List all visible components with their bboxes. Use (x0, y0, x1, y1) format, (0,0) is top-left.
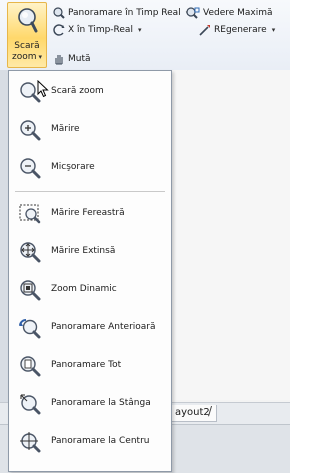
menu-item-label: Mărire (51, 124, 80, 134)
hand-icon (55, 55, 63, 65)
zoom-dropdown-menu: Scară zoom Mărire Micşorare Mărire Ferea… (8, 70, 172, 472)
x-realtime-label: X în Timp-Real (68, 25, 133, 35)
zoom-dynamic-icon (20, 280, 41, 301)
magnifier-icon (18, 8, 38, 33)
x-realtime-button[interactable]: X în Timp-Real ▾ (53, 23, 141, 37)
zoom-out-icon (20, 158, 41, 179)
chevron-down-icon: ▾ (38, 53, 43, 61)
drawing-canvas[interactable] (172, 70, 290, 400)
menu-item-label: Panoramare Tot (51, 360, 122, 370)
menu-item-label: Mărire Extinsă (51, 246, 116, 256)
menu-item-zoom-in[interactable]: Mărire (9, 114, 171, 144)
menu-item-zoom-extents[interactable]: Mărire Extinsă (9, 236, 171, 266)
zoom-all-icon (20, 356, 41, 377)
pan-realtime-button[interactable]: Panoramare în Timp Real ▾ (53, 6, 189, 20)
pan-realtime-label: Panoramare în Timp Real (68, 8, 181, 18)
zoom-in-icon (20, 120, 41, 141)
menu-separator (15, 191, 165, 192)
view-max-button[interactable]: Vedere Maximă (186, 6, 273, 20)
menu-item-label: Panoramare la Stânga (51, 398, 151, 408)
mouse-cursor-icon (37, 80, 49, 98)
menu-item-zoom-dynamic[interactable]: Zoom Dinamic (9, 274, 171, 304)
menu-item-zoom-left[interactable]: Panoramare la Stânga (9, 388, 171, 418)
move-button[interactable]: Mută (53, 52, 91, 66)
chevron-down-icon: ▾ (271, 26, 276, 34)
menu-item-zoom-center[interactable]: Panoramare la Centru (9, 426, 171, 456)
chevron-down-icon: ▾ (137, 26, 142, 34)
menu-item-label: Scară zoom (51, 86, 104, 96)
zoom-extents-icon (20, 242, 41, 263)
menu-item-zoom-scale[interactable]: Scară zoom (9, 76, 171, 106)
menu-item-zoom-previous[interactable]: Panoramare Anterioară (9, 312, 171, 342)
zoom-scale-button[interactable]: Scară zoom ▾ (7, 2, 47, 68)
menu-item-label: Mărire Fereastră (51, 208, 125, 218)
zoom-center-icon (20, 432, 41, 453)
menu-item-zoom-all[interactable]: Panoramare Tot (9, 350, 171, 380)
tab-divider: / (208, 404, 213, 418)
menu-item-label: Micşorare (51, 162, 95, 172)
orbit-icon (53, 24, 65, 36)
pan-hand-icon (53, 7, 65, 19)
zoom-scale-label-line2: zoom ▾ (11, 52, 43, 62)
menu-item-zoom-window[interactable]: Mărire Fereastră (9, 198, 171, 228)
menu-item-zoom-out[interactable]: Micşorare (9, 152, 171, 182)
zoom-window-icon (19, 204, 41, 224)
view-max-icon (186, 7, 200, 19)
menu-item-label: Panoramare la Centru (51, 436, 150, 446)
regen-button[interactable]: REgenerare ▾ (199, 23, 275, 37)
regen-label: REgenerare (214, 25, 267, 35)
zoom-scale-label-line1: Scară (14, 41, 40, 51)
zoom-previous-icon (19, 318, 41, 339)
zoom-left-icon (20, 394, 41, 415)
view-max-label: Vedere Maximă (203, 8, 273, 18)
ribbon-panel: Scară zoom▾ Panoramare în Timp Real ▾ Ve… (0, 0, 290, 71)
regen-icon (199, 25, 210, 36)
menu-item-label: Zoom Dinamic (51, 284, 117, 294)
menu-item-label: Panoramare Anterioară (51, 322, 156, 332)
move-label: Mută (68, 54, 91, 64)
